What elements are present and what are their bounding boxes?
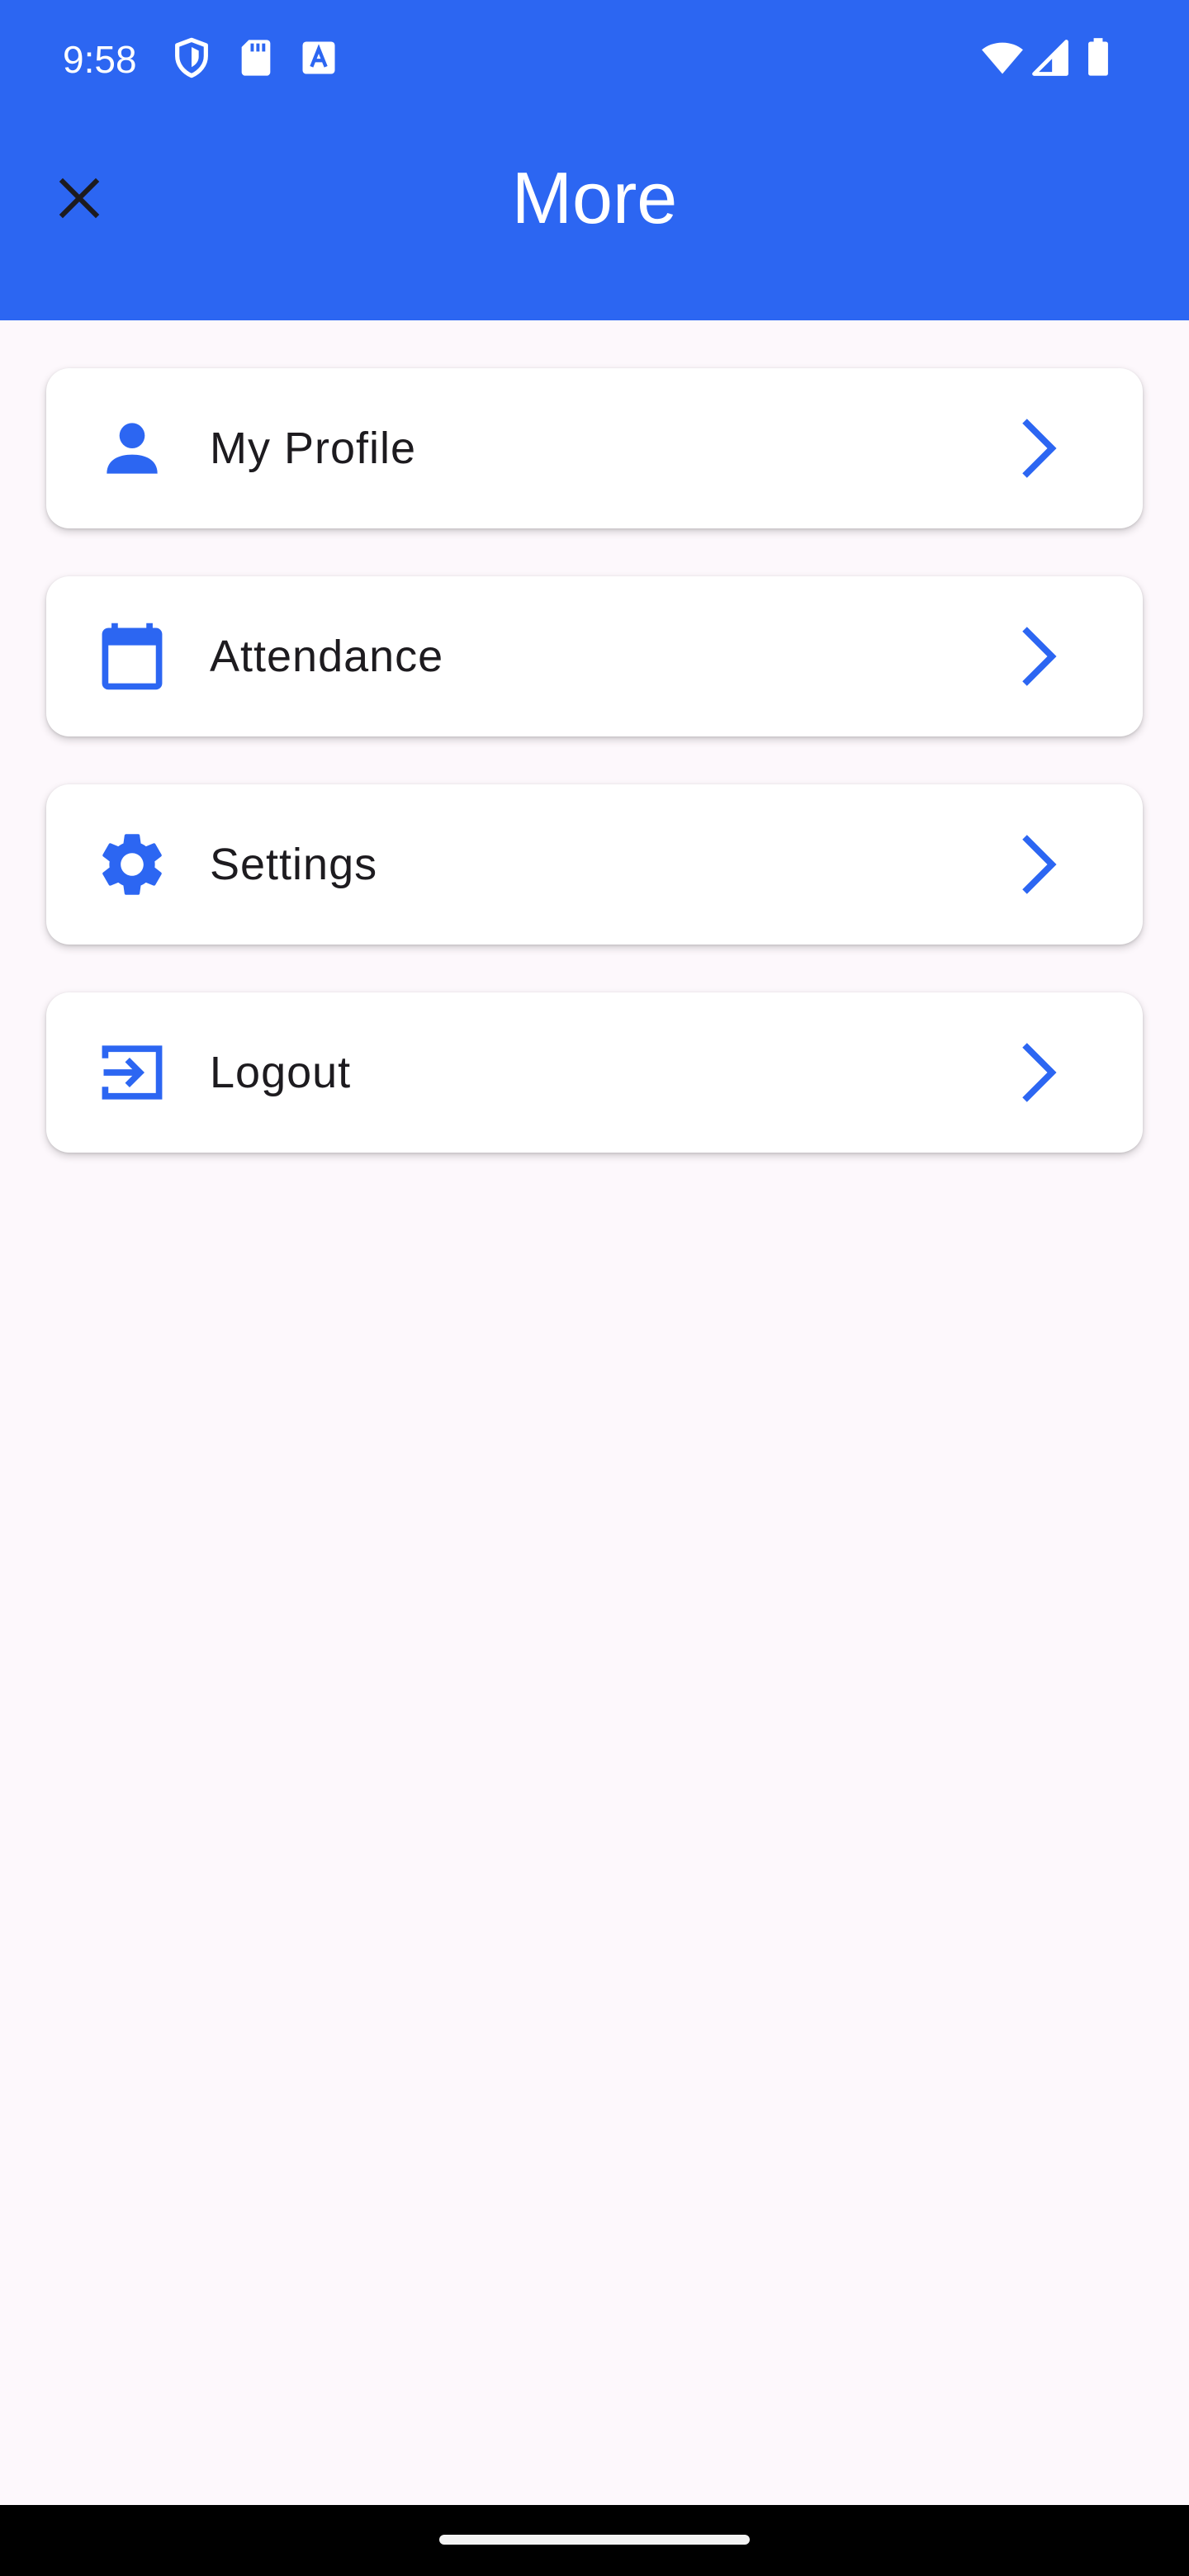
battery-icon (1077, 36, 1120, 79)
title-row: More (0, 140, 1189, 256)
menu-item-label: My Profile (210, 424, 417, 473)
chevron-right-icon (1007, 830, 1067, 899)
menu-item-label: Logout (210, 1048, 352, 1097)
menu-item-label: Attendance (210, 632, 444, 681)
shield-icon (170, 36, 213, 79)
sd-card-icon (234, 36, 277, 79)
page-title: More (511, 157, 678, 239)
wifi-icon (979, 36, 1026, 79)
menu-list: My Profile Attendance Settings Logout (46, 368, 1143, 1200)
home-indicator[interactable] (439, 2535, 750, 2545)
menu-item-my-profile[interactable]: My Profile (46, 368, 1143, 528)
signal-icon (1029, 36, 1072, 79)
menu-item-label: Settings (210, 840, 378, 889)
menu-item-attendance[interactable]: Attendance (46, 576, 1143, 736)
person-icon (94, 410, 170, 486)
chevron-right-icon (1007, 1038, 1067, 1107)
app-bar: 9:58 More (0, 0, 1189, 320)
calendar-icon (94, 618, 170, 694)
gear-icon (94, 826, 170, 902)
chevron-right-icon (1007, 414, 1067, 483)
text-a-icon (297, 36, 340, 79)
status-time: 9:58 (63, 38, 137, 81)
status-bar: 9:58 (0, 0, 1189, 121)
system-nav-bar (0, 2505, 1189, 2576)
menu-item-logout[interactable]: Logout (46, 992, 1143, 1153)
logout-icon (94, 1035, 170, 1110)
chevron-right-icon (1007, 622, 1067, 691)
menu-item-settings[interactable]: Settings (46, 784, 1143, 945)
